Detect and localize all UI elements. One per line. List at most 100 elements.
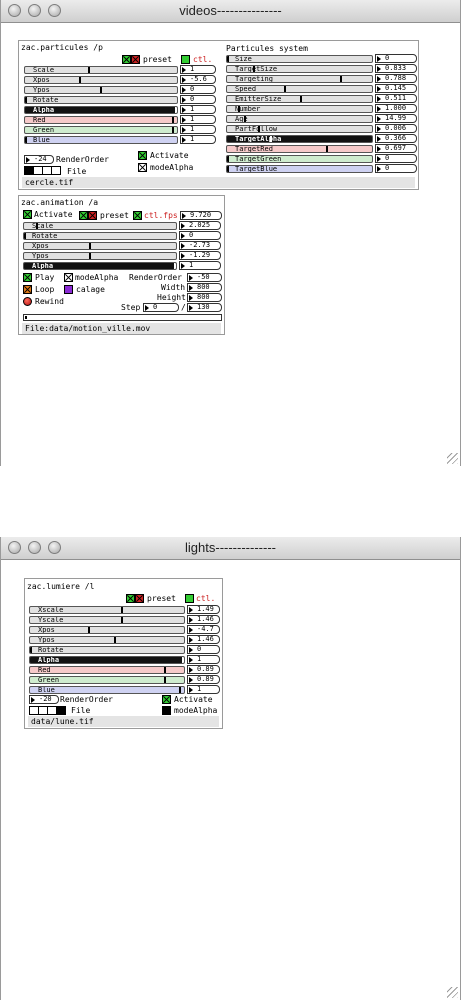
- number-green[interactable]: 0.89: [187, 675, 220, 684]
- slider-thumb[interactable]: [89, 253, 91, 259]
- slider-thumb[interactable]: [174, 263, 176, 269]
- slider-thumb[interactable]: [89, 243, 91, 249]
- slider-yscale[interactable]: Yscale: [29, 616, 185, 624]
- number-scale[interactable]: 2.025: [179, 221, 221, 230]
- slider-thumb[interactable]: [244, 116, 246, 122]
- loop-toggle[interactable]: [23, 285, 32, 294]
- number-alpha[interactable]: 1: [187, 655, 220, 664]
- number-ypos[interactable]: 1.46: [187, 635, 220, 644]
- slider-scale[interactable]: Scale: [23, 222, 177, 230]
- slider-rotate[interactable]: Rotate: [29, 646, 185, 654]
- slider-alpha[interactable]: Alpha: [23, 262, 177, 270]
- ctl-toggle[interactable]: [181, 55, 190, 64]
- number-ypos[interactable]: 0: [180, 85, 216, 94]
- slider-xpos[interactable]: Xpos: [23, 242, 177, 250]
- slider-partfollow[interactable]: PartFollow: [226, 125, 373, 133]
- slider-targetred[interactable]: TargetRed: [226, 145, 373, 153]
- calage-toggle[interactable]: [64, 285, 73, 294]
- number-emittersize[interactable]: 0.511: [375, 94, 417, 103]
- slider-ypos[interactable]: Ypos: [29, 636, 185, 644]
- slider-thumb[interactable]: [172, 127, 174, 133]
- render-order-number[interactable]: -50: [187, 273, 222, 282]
- number-alpha[interactable]: 1: [180, 105, 216, 114]
- activate-toggle[interactable]: [23, 210, 32, 219]
- slider-thumb[interactable]: [114, 637, 116, 643]
- slider-thumb[interactable]: [182, 657, 184, 663]
- slider-blue[interactable]: Blue: [24, 136, 178, 144]
- preset-toggle-off[interactable]: [88, 211, 97, 220]
- number-scale[interactable]: 1: [180, 65, 216, 74]
- slider-thumb[interactable]: [227, 156, 229, 162]
- number-targetalpha[interactable]: 0.366: [375, 134, 417, 143]
- slider-thumb[interactable]: [326, 146, 328, 152]
- slider-thumb[interactable]: [164, 667, 166, 673]
- number-alpha[interactable]: 1: [179, 261, 221, 270]
- resize-grip-icon[interactable]: [447, 987, 458, 998]
- preset-toggle-on[interactable]: [79, 211, 88, 220]
- slider-thumb[interactable]: [340, 76, 342, 82]
- slider-targetalpha[interactable]: TargetAlpha: [226, 135, 373, 143]
- number-xpos[interactable]: -2.73: [179, 241, 221, 250]
- file-select-box-4[interactable]: [56, 706, 66, 715]
- number-speed[interactable]: 0.145: [375, 84, 417, 93]
- preset-toggle-off[interactable]: [131, 55, 140, 64]
- slider-thumb[interactable]: [164, 677, 166, 683]
- number-targetred[interactable]: 0.697: [375, 144, 417, 153]
- slider-thumb[interactable]: [258, 126, 260, 132]
- preset-toggle-on[interactable]: [122, 55, 131, 64]
- slider-emittersize[interactable]: EmitterSize: [226, 95, 373, 103]
- height-number[interactable]: 800: [187, 293, 222, 302]
- number-xscale[interactable]: 1.49: [187, 605, 220, 614]
- slider-thumb[interactable]: [284, 86, 286, 92]
- render-order-number[interactable]: -24: [24, 155, 54, 164]
- slider-red[interactable]: Red: [24, 116, 178, 124]
- number-targetsize[interactable]: 0.833: [375, 64, 417, 73]
- videos-titlebar[interactable]: videos---------------: [1, 0, 460, 23]
- slider-thumb[interactable]: [300, 96, 302, 102]
- slider-alpha[interactable]: Alpha: [24, 106, 178, 114]
- slider-targetgreen[interactable]: TargetGreen: [226, 155, 373, 163]
- number-red[interactable]: 1: [180, 115, 216, 124]
- number-age[interactable]: 14.99: [375, 114, 417, 123]
- slider-green[interactable]: Green: [29, 676, 185, 684]
- number-number[interactable]: 1.000: [375, 104, 417, 113]
- activate-toggle[interactable]: [138, 151, 147, 160]
- slider-thumb[interactable]: [30, 647, 32, 653]
- slider-thumb[interactable]: [227, 166, 229, 172]
- slider-thumb[interactable]: [172, 117, 174, 123]
- number-green[interactable]: 1: [180, 125, 216, 134]
- slider-ypos[interactable]: Ypos: [24, 86, 178, 94]
- modealpha-toggle[interactable]: [162, 706, 171, 715]
- resize-grip-icon[interactable]: [447, 453, 458, 464]
- number-blue[interactable]: 1: [180, 135, 216, 144]
- number-targetblue[interactable]: 0: [375, 164, 417, 173]
- number-xpos[interactable]: -4.7: [187, 625, 220, 634]
- step-number[interactable]: 0: [143, 303, 179, 312]
- slider-targeting[interactable]: Targeting: [226, 75, 373, 83]
- play-toggle[interactable]: [23, 273, 32, 282]
- fps-number[interactable]: 9.720: [180, 211, 222, 220]
- number-rotate[interactable]: 0: [180, 95, 216, 104]
- slider-red[interactable]: Red: [29, 666, 185, 674]
- number-targeting[interactable]: 0.788: [375, 74, 417, 83]
- slider-thumb[interactable]: [253, 66, 255, 72]
- modealpha-toggle[interactable]: [64, 273, 73, 282]
- slider-ypos[interactable]: Ypos: [23, 252, 177, 260]
- slider-xpos[interactable]: Xpos: [24, 76, 178, 84]
- slider-targetsize[interactable]: TargetSize: [226, 65, 373, 73]
- slider-green[interactable]: Green: [24, 126, 178, 134]
- number-rotate[interactable]: 0: [179, 231, 221, 240]
- slider-thumb[interactable]: [270, 136, 272, 142]
- slider-thumb[interactable]: [25, 97, 27, 103]
- number-partfollow[interactable]: 0.006: [375, 124, 417, 133]
- width-number[interactable]: 800: [187, 283, 222, 292]
- slider-thumb[interactable]: [121, 617, 123, 623]
- slider-thumb[interactable]: [79, 77, 81, 83]
- number-ypos[interactable]: -1.29: [179, 251, 221, 260]
- slider-thumb[interactable]: [25, 137, 27, 143]
- slider-age[interactable]: Age: [226, 115, 373, 123]
- step-total-number[interactable]: 130: [187, 303, 222, 312]
- file-select-box-4[interactable]: [51, 166, 61, 175]
- slider-speed[interactable]: Speed: [226, 85, 373, 93]
- slider-thumb[interactable]: [179, 687, 181, 693]
